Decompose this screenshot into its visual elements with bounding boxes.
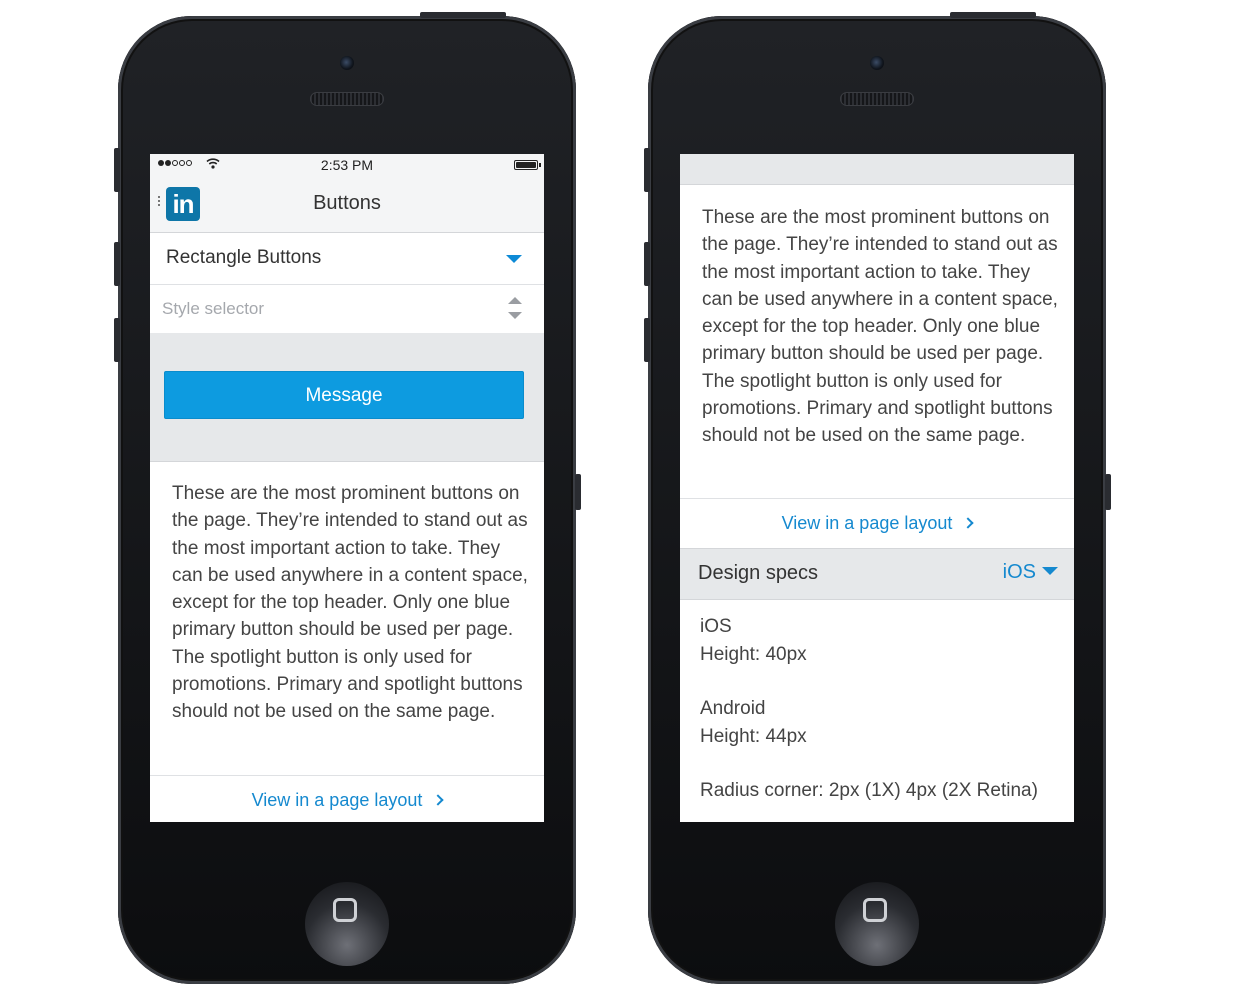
- power-button: [950, 12, 1036, 18]
- earpiece-speaker: [840, 92, 914, 106]
- earpiece-speaker: [310, 92, 384, 106]
- view-link-label: View in a page layout: [781, 513, 953, 533]
- view-page-layout-link[interactable]: View in a page layout: [150, 775, 544, 822]
- chevron-right-icon: [962, 517, 975, 529]
- power-button: [420, 12, 506, 18]
- spec-android-height: Height: 44px: [700, 726, 807, 747]
- chevron-down-icon: [1042, 567, 1058, 575]
- view-page-layout-link[interactable]: View in a page layout: [680, 498, 1074, 549]
- front-camera: [870, 56, 884, 70]
- design-specs-title: Design specs: [698, 562, 819, 584]
- nav-bar: in Buttons: [150, 176, 544, 233]
- battery-icon: [514, 160, 541, 170]
- volume-down-button: [114, 318, 120, 362]
- spec-radius-corner: Radius corner: 2px (1X) 4px (2X Retina): [700, 780, 1038, 801]
- button-preview: Message: [150, 333, 544, 462]
- screen: These are the most prominent buttons on …: [680, 154, 1074, 822]
- side-button: [575, 474, 581, 510]
- spec-ios-label: iOS: [700, 616, 732, 637]
- scrolled-preview-edge: [680, 154, 1074, 185]
- design-specs-header: Design specs iOS: [680, 548, 1074, 600]
- phone-right: These are the most prominent buttons on …: [644, 12, 1111, 984]
- platform-selector[interactable]: iOS: [1003, 561, 1058, 584]
- button-type-dropdown[interactable]: Rectangle Buttons: [150, 233, 544, 285]
- page-title: Buttons: [313, 192, 381, 214]
- mute-switch: [644, 148, 650, 192]
- home-square-icon: [333, 898, 357, 922]
- spec-android-label: Android: [700, 698, 766, 719]
- stepper-icon: [508, 297, 522, 321]
- volume-up-button: [644, 242, 650, 286]
- phone-left: 2:53 PM in Buttons Rectangle Buttons Sty…: [114, 12, 581, 984]
- volume-down-button: [644, 318, 650, 362]
- mute-switch: [114, 148, 120, 192]
- view-link-label: View in a page layout: [251, 790, 423, 810]
- description-text: These are the most prominent buttons on …: [702, 207, 1058, 447]
- home-button[interactable]: [835, 882, 919, 966]
- home-button[interactable]: [305, 882, 389, 966]
- chevron-down-icon: [506, 255, 522, 263]
- style-selector-placeholder: Style selector: [162, 299, 265, 318]
- description-text: These are the most prominent buttons on …: [172, 483, 528, 723]
- dropdown-value: Rectangle Buttons: [166, 247, 322, 268]
- home-square-icon: [863, 898, 887, 922]
- side-button: [1105, 474, 1111, 510]
- status-bar: 2:53 PM: [150, 154, 544, 176]
- front-camera: [340, 56, 354, 70]
- status-time: 2:53 PM: [320, 157, 374, 173]
- chevron-right-icon: [432, 794, 445, 806]
- spec-ios-height: Height: 40px: [700, 644, 807, 665]
- screen: 2:53 PM in Buttons Rectangle Buttons Sty…: [150, 154, 544, 822]
- style-selector[interactable]: Style selector: [150, 285, 544, 333]
- message-button[interactable]: Message: [164, 371, 524, 419]
- platform-value: iOS: [1002, 561, 1036, 583]
- volume-up-button: [114, 242, 120, 286]
